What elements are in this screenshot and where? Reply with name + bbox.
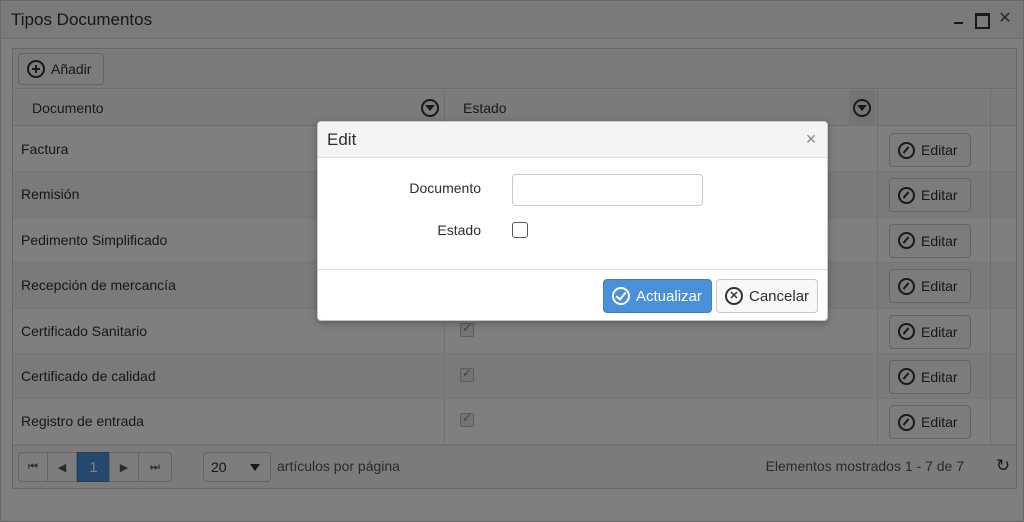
cancel-button[interactable]: ✕ Cancelar	[716, 279, 818, 313]
dialog-title: Edit	[327, 130, 357, 149]
estado-checkbox[interactable]	[512, 222, 528, 238]
cancel-button-label: Cancelar	[749, 287, 810, 305]
dialog-header: Edit ×	[318, 122, 827, 158]
check-circle-icon	[612, 287, 630, 305]
documento-label: Documento	[409, 180, 481, 196]
update-button[interactable]: Actualizar	[603, 279, 712, 313]
close-icon[interactable]: ×	[802, 130, 820, 148]
documento-input[interactable]	[512, 174, 703, 206]
edit-dialog: Edit × Documento Estado Actualizar ✕ Can…	[317, 121, 828, 321]
cancel-icon: ✕	[725, 287, 743, 305]
dialog-footer: Actualizar ✕ Cancelar	[318, 269, 827, 320]
update-button-label: Actualizar	[636, 287, 702, 305]
estado-label: Estado	[437, 222, 481, 238]
